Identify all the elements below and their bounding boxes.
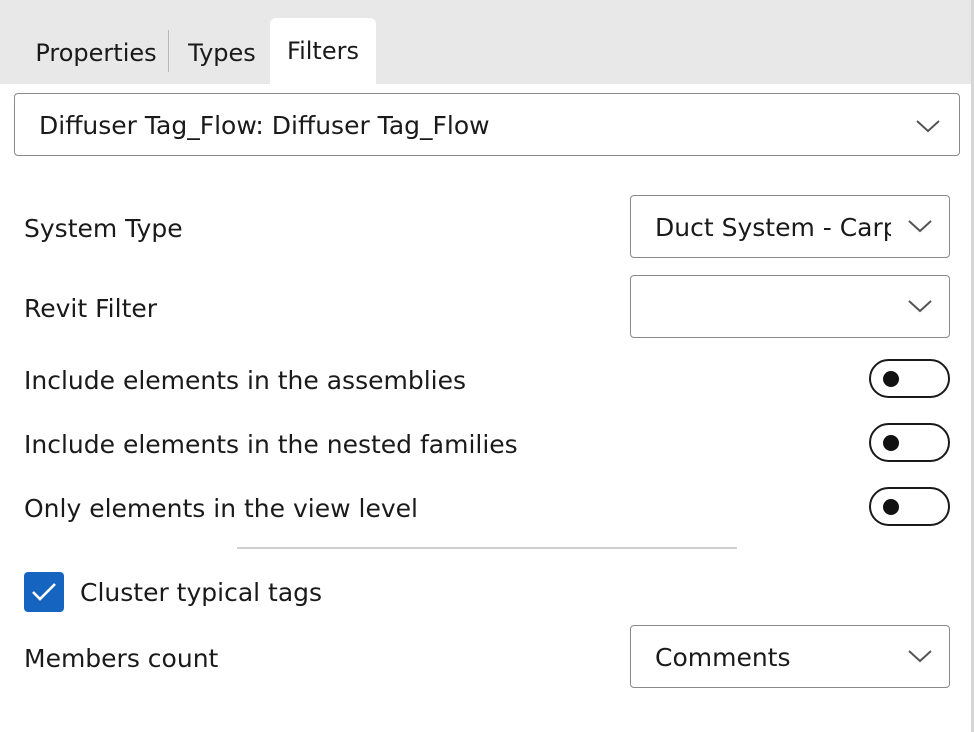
nested-families-toggle[interactable] [869,423,950,462]
cluster-typical-tags-checkbox[interactable] [24,572,64,612]
tag-type-dropdown[interactable]: Diffuser Tag_Flow: Diffuser Tag_Flow [14,93,960,156]
revit-filter-label: Revit Filter [24,294,158,323]
system-type-value: Duct System - Carp [655,213,891,242]
tab-separator [168,30,169,72]
assemblies-label: Include elements in the assemblies [24,366,466,395]
chevron-down-icon [908,300,932,313]
tab-properties[interactable]: Properties [26,28,166,78]
chevron-down-icon [908,220,932,233]
filters-panel: Properties Types Filters Diffuser Tag_Fl… [0,0,974,732]
checkmark-icon [32,583,56,601]
tag-type-value: Diffuser Tag_Flow: Diffuser Tag_Flow [39,111,490,140]
members-count-label: Members count [24,644,219,673]
chevron-down-icon [908,650,932,663]
revit-filter-dropdown[interactable] [630,275,950,338]
members-count-dropdown[interactable]: Comments [630,625,950,688]
chevron-down-icon [916,120,940,133]
tab-types[interactable]: Types [178,28,266,78]
toggle-knob [883,371,899,387]
toggle-knob [883,499,899,515]
assemblies-toggle[interactable] [869,359,950,398]
cluster-typical-tags-label: Cluster typical tags [80,578,323,607]
section-divider [237,547,737,549]
members-count-value: Comments [655,643,791,672]
system-type-dropdown[interactable]: Duct System - Carp [630,195,950,258]
tab-bar: Properties Types Filters [0,0,974,84]
view-level-toggle[interactable] [869,487,950,526]
toggle-knob [883,435,899,451]
system-type-label: System Type [24,214,183,243]
nested-families-label: Include elements in the nested families [24,430,518,459]
view-level-label: Only elements in the view level [24,494,418,523]
tab-filters[interactable]: Filters [270,18,376,84]
